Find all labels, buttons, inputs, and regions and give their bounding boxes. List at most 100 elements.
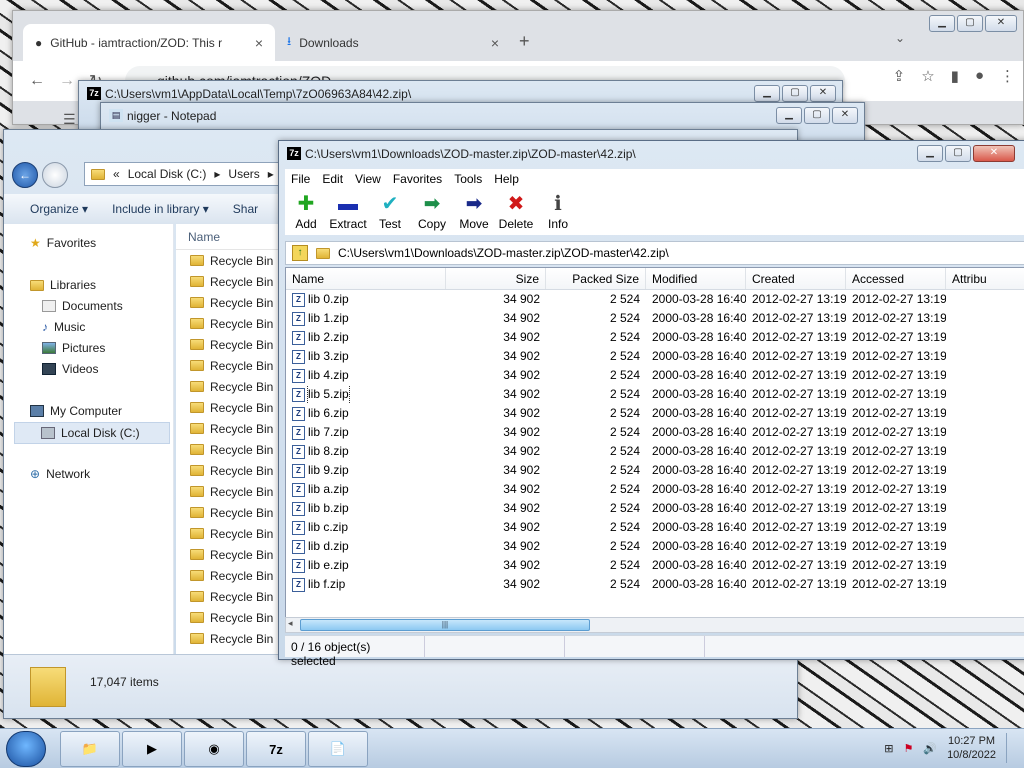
add-button[interactable]: ✚ Add xyxy=(285,189,327,235)
list-item[interactable]: Recycle Bin xyxy=(176,586,286,607)
bookmark-star-icon[interactable]: ☆ xyxy=(921,67,934,85)
menu-dots-icon[interactable]: ⋮ xyxy=(1000,67,1015,85)
nav-music[interactable]: ♪ Music xyxy=(42,320,85,334)
organize-button[interactable]: Organize ▾ xyxy=(30,202,88,216)
table-row[interactable]: Zlib 6.zip 34 902 2 524 2000-03-28 16:40 201… xyxy=(286,404,1024,423)
menu-file[interactable]: File xyxy=(285,169,316,189)
maximize-button[interactable]: ▢ xyxy=(804,107,830,124)
list-item[interactable]: Recycle Bin xyxy=(176,502,286,523)
table-row[interactable]: Zlib 5.zip 34 902 2 524 2000-03-28 16:40 201… xyxy=(286,385,1024,404)
list-item[interactable]: Recycle Bin xyxy=(176,481,286,502)
network-tray-icon[interactable]: ⊞ xyxy=(884,742,893,755)
nav-favorites[interactable]: ★ Favorites xyxy=(30,236,96,250)
maximize-button[interactable]: ▢ xyxy=(945,145,971,162)
table-row[interactable]: Zlib 4.zip 34 902 2 524 2000-03-28 16:40 201… xyxy=(286,366,1024,385)
breadcrumb-local-disk[interactable]: Local Disk (C:) xyxy=(128,167,207,181)
menu-favorites[interactable]: Favorites xyxy=(387,169,448,189)
close-button[interactable]: ✕ xyxy=(832,107,858,124)
nav-videos[interactable]: Videos xyxy=(42,362,98,376)
table-row[interactable]: Zlib e.zip 34 902 2 524 2000-03-28 16:40 201… xyxy=(286,556,1024,575)
table-row[interactable]: Zlib 0.zip 34 902 2 524 2000-03-28 16:40 201… xyxy=(286,290,1024,309)
table-row[interactable]: Zlib 1.zip 34 902 2 524 2000-03-28 16:40 201… xyxy=(286,309,1024,328)
table-row[interactable]: Zlib b.zip 34 902 2 524 2000-03-28 16:40 201… xyxy=(286,499,1024,518)
notepad-icon[interactable]: 📄 xyxy=(308,731,368,767)
column-header-accessed[interactable]: Accessed xyxy=(846,268,946,289)
menu-help[interactable]: Help xyxy=(488,169,525,189)
info-button[interactable]: ℹ Info xyxy=(537,189,579,235)
list-item[interactable]: Recycle Bin xyxy=(176,292,286,313)
list-item[interactable]: Recycle Bin xyxy=(176,565,286,586)
chrome-tab-github[interactable]: ● GitHub - iamtraction/ZOD: This r × xyxy=(23,24,275,61)
close-button[interactable]: ✕ xyxy=(973,145,1015,162)
list-item[interactable]: Recycle Bin xyxy=(176,460,286,481)
tab-search-icon[interactable]: ⌄ xyxy=(895,31,905,45)
nav-documents[interactable]: Documents xyxy=(42,299,123,313)
minimize-button[interactable]: ▁ xyxy=(776,107,802,124)
address-bar[interactable]: « Local Disk (C:) ▸ Users ▸ v xyxy=(84,162,294,186)
list-item[interactable]: Recycle Bin xyxy=(176,313,286,334)
table-row[interactable]: Zlib a.zip 34 902 2 524 2000-03-28 16:40 201… xyxy=(286,480,1024,499)
volume-icon[interactable]: 🔊 xyxy=(923,742,937,755)
list-item[interactable]: Recycle Bin xyxy=(176,544,286,565)
clock[interactable]: 10:27 PM 10/8/2022 xyxy=(947,734,996,762)
breadcrumb-users[interactable]: Users xyxy=(228,167,259,181)
menu-tools[interactable]: Tools xyxy=(448,169,488,189)
column-header-attribu[interactable]: Attribu xyxy=(946,268,1024,289)
list-item[interactable]: Recycle Bin xyxy=(176,250,286,271)
minimize-button[interactable]: ▁ xyxy=(754,85,780,102)
horizontal-scrollbar[interactable]: ◂ ||| xyxy=(285,617,1024,633)
hamburger-menu-icon[interactable]: ☰ xyxy=(63,111,76,128)
chrome-tab-downloads[interactable]: ⭳ Downloads × xyxy=(275,24,511,61)
list-item[interactable]: Recycle Bin xyxy=(176,439,286,460)
explorer-icon[interactable]: 📁 xyxy=(60,731,120,767)
column-header-name[interactable]: Name xyxy=(176,224,286,250)
table-row[interactable]: Zlib 2.zip 34 902 2 524 2000-03-28 16:40 201… xyxy=(286,328,1024,347)
scroll-thumb[interactable]: ||| xyxy=(300,619,590,631)
folder-up-icon[interactable]: ↑ xyxy=(292,245,308,261)
start-button[interactable] xyxy=(6,731,46,767)
test-button[interactable]: ✔ Test xyxy=(369,189,411,235)
table-row[interactable]: Zlib 3.zip 34 902 2 524 2000-03-28 16:40 201… xyxy=(286,347,1024,366)
share-icon[interactable]: ⇪ xyxy=(893,67,906,85)
action-center-icon[interactable]: ⚑ xyxy=(903,742,913,755)
list-item[interactable]: Recycle Bin xyxy=(176,628,286,649)
close-tab-icon[interactable]: × xyxy=(255,35,263,51)
nav-pictures[interactable]: Pictures xyxy=(42,341,105,355)
table-row[interactable]: Zlib c.zip 34 902 2 524 2000-03-28 16:40 201… xyxy=(286,518,1024,537)
list-item[interactable]: Recycle Bin xyxy=(176,418,286,439)
nav-network[interactable]: ⊕ Network xyxy=(30,467,90,481)
delete-button[interactable]: ✖ Delete xyxy=(495,189,537,235)
maximize-button[interactable]: ▢ xyxy=(782,85,808,102)
close-tab-icon[interactable]: × xyxy=(491,35,499,51)
7zip-icon[interactable]: 7z xyxy=(246,731,306,767)
back-button[interactable]: ← xyxy=(12,162,38,188)
table-row[interactable]: Zlib 9.zip 34 902 2 524 2000-03-28 16:40 201… xyxy=(286,461,1024,480)
show-desktop-button[interactable] xyxy=(1006,733,1016,763)
minimize-button[interactable]: ▁ xyxy=(917,145,943,162)
back-arrow-icon[interactable]: ← xyxy=(29,72,45,90)
breadcrumb-overflow[interactable]: « xyxy=(113,167,120,181)
side-panel-icon[interactable]: ▮ xyxy=(951,67,959,85)
nav-my-computer[interactable]: My Computer xyxy=(30,404,122,418)
close-button[interactable]: ✕ xyxy=(810,85,836,102)
list-item[interactable]: Recycle Bin xyxy=(176,271,286,292)
table-row[interactable]: Zlib d.zip 34 902 2 524 2000-03-28 16:40 201… xyxy=(286,537,1024,556)
table-row[interactable]: Zlib f.zip 34 902 2 524 2000-03-28 16:40 201… xyxy=(286,575,1024,594)
menu-view[interactable]: View xyxy=(349,169,387,189)
column-header-name[interactable]: Name xyxy=(286,268,446,289)
table-row[interactable]: Zlib 8.zip 34 902 2 524 2000-03-28 16:40 201… xyxy=(286,442,1024,461)
profile-icon[interactable]: ● xyxy=(975,67,984,85)
list-item[interactable]: Recycle Bin xyxy=(176,397,286,418)
list-item[interactable]: Recycle Bin xyxy=(176,607,286,628)
include-library-button[interactable]: Include in library ▾ xyxy=(112,202,209,216)
table-row[interactable]: Zlib 7.zip 34 902 2 524 2000-03-28 16:40 201… xyxy=(286,423,1024,442)
column-header-created[interactable]: Created xyxy=(746,268,846,289)
scroll-left-icon[interactable]: ◂ xyxy=(288,618,293,629)
list-item[interactable]: Recycle Bin xyxy=(176,376,286,397)
copy-button[interactable]: ➡ Copy xyxy=(411,189,453,235)
forward-arrow-icon[interactable]: → xyxy=(59,72,75,90)
close-button[interactable]: ✕ xyxy=(985,15,1017,32)
column-header-modified[interactable]: Modified xyxy=(646,268,746,289)
nav-libraries[interactable]: Libraries xyxy=(30,278,96,292)
path-input[interactable]: C:\Users\vm1\Downloads\ZOD-master.zip\ZO… xyxy=(338,246,669,260)
